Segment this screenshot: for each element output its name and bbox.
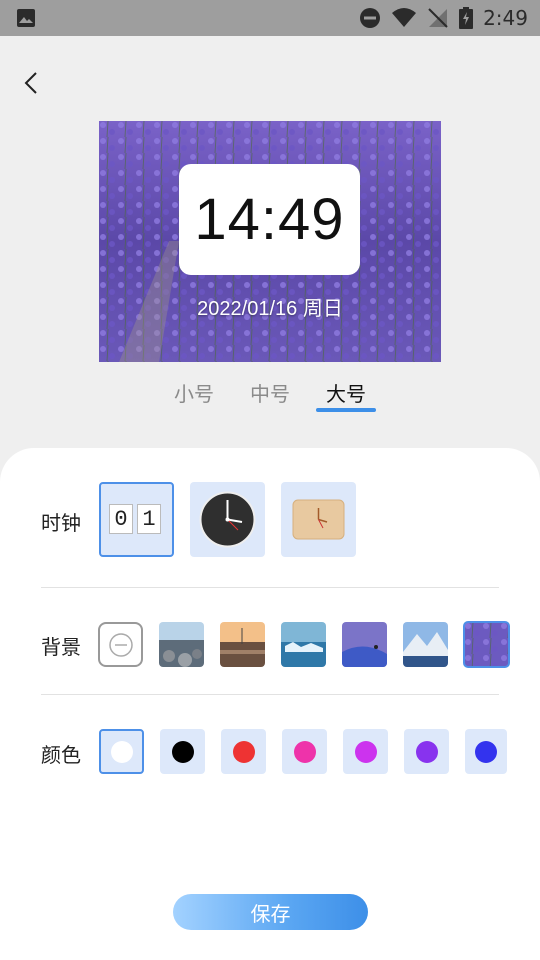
do-not-disturb-icon <box>360 8 381 28</box>
clock-style-flip[interactable]: 0 1 <box>99 482 174 557</box>
image-notification-icon <box>17 9 35 27</box>
widget-preview: 14:49 2022/01/16 周日 <box>99 121 441 362</box>
black-swatch <box>171 740 194 763</box>
size-tabs: 小号 中号 大号 <box>0 380 540 414</box>
background-purple-snowfield[interactable] <box>342 622 387 667</box>
tab-small[interactable]: 小号 <box>164 380 224 412</box>
flip-clock-icon: 0 1 <box>109 504 161 534</box>
purple-swatch <box>415 740 438 763</box>
color-option-pink[interactable] <box>282 729 327 774</box>
sunset-pier-thumbnail <box>220 622 265 667</box>
clock-style-analog-dark[interactable] <box>190 482 265 557</box>
flip-digit-0: 0 <box>109 504 133 534</box>
back-button[interactable] <box>14 66 48 100</box>
clock-style-analog-wood[interactable] <box>281 482 356 557</box>
clock-time: 14:49 <box>194 187 345 252</box>
lavender-field-thumbnail <box>464 622 509 667</box>
tab-active-underline <box>316 408 376 412</box>
color-option-red[interactable] <box>221 729 266 774</box>
blue-swatch <box>475 740 497 763</box>
settings-panel <box>0 448 540 960</box>
battery-charging-icon <box>459 7 474 29</box>
divider <box>41 587 499 588</box>
save-button[interactable]: 保存 <box>173 894 368 930</box>
color-row-label: 颜色 <box>41 743 81 767</box>
analog-clock-dark-icon <box>199 491 256 548</box>
purple-snowfield-thumbnail <box>342 622 387 667</box>
background-row-label: 背景 <box>41 635 81 659</box>
color-option-blue[interactable] <box>465 729 507 774</box>
wifi-icon <box>392 8 417 27</box>
status-time: 2:49 <box>483 6 528 30</box>
color-option-black[interactable] <box>160 729 205 774</box>
clock-card: 14:49 <box>179 164 360 275</box>
background-snowy-mountain-lake[interactable] <box>403 622 448 667</box>
color-option-white[interactable] <box>99 729 144 774</box>
minus-circle-icon <box>108 632 133 657</box>
clock-row-label: 时钟 <box>41 511 81 535</box>
color-option-purple[interactable] <box>404 729 449 774</box>
no-signal-icon <box>428 8 448 28</box>
divider <box>41 694 499 695</box>
flip-digit-1: 1 <box>137 504 161 534</box>
tab-medium[interactable]: 中号 <box>240 380 300 412</box>
analog-clock-wood-icon <box>292 499 345 540</box>
snowy-mountain-lake-thumbnail <box>403 622 448 667</box>
red-swatch <box>232 740 255 763</box>
status-bar: 2:49 <box>0 0 540 36</box>
magenta-swatch <box>354 740 377 763</box>
ice-sea-thumbnail <box>281 622 326 667</box>
white-swatch <box>110 740 133 763</box>
rocky-beach-thumbnail <box>159 622 204 667</box>
background-rocky-beach[interactable] <box>159 622 204 667</box>
background-ice-sea[interactable] <box>281 622 326 667</box>
color-option-magenta[interactable] <box>343 729 388 774</box>
clock-date: 2022/01/16 周日 <box>197 298 343 320</box>
chevron-left-icon <box>24 72 37 94</box>
background-lavender-field[interactable] <box>463 621 510 668</box>
pink-swatch <box>293 740 316 763</box>
background-sunset-pier[interactable] <box>220 622 265 667</box>
background-none[interactable] <box>98 622 143 667</box>
